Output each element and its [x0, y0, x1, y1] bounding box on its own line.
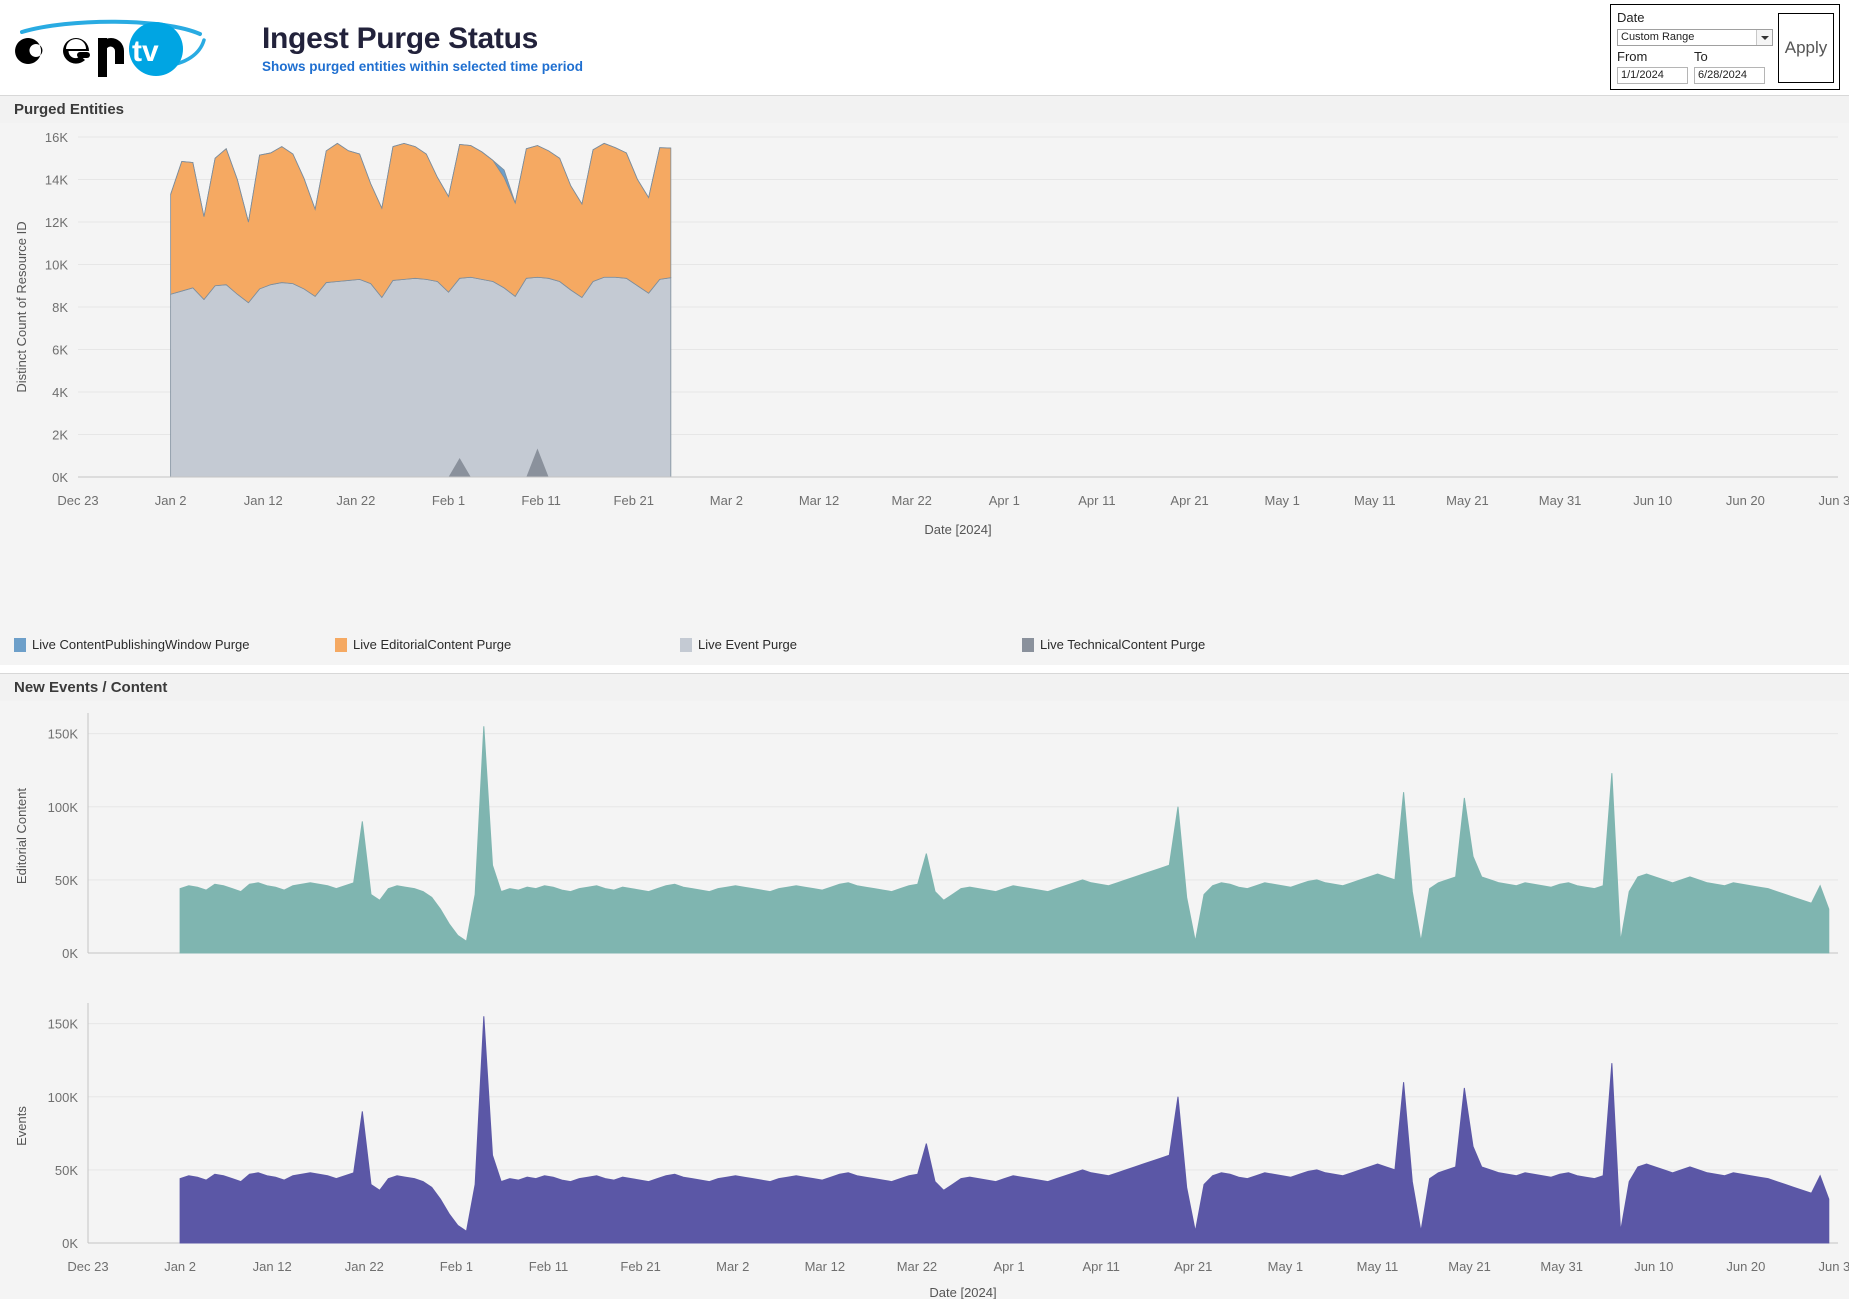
svg-text:Jun 20: Jun 20: [1726, 1259, 1765, 1274]
svg-text:May 31: May 31: [1539, 493, 1582, 508]
purged-entities-chart[interactable]: 0K 2K 4K 6K 8K 10K 12K 14K 16K Distinct Count of …: [0, 123, 1849, 629]
svg-text:May 11: May 11: [1357, 1259, 1399, 1274]
svg-text:May 21: May 21: [1446, 493, 1489, 508]
svg-text:100K: 100K: [48, 1090, 79, 1105]
svg-text:tv: tv: [132, 35, 159, 68]
svg-text:Feb 11: Feb 11: [529, 1259, 569, 1274]
svg-text:Feb 1: Feb 1: [440, 1259, 473, 1274]
svg-text:Jan 2: Jan 2: [164, 1259, 196, 1274]
date-filter-label: Date: [1617, 10, 1645, 25]
svg-text:Apr 21: Apr 21: [1174, 1259, 1212, 1274]
svg-text:Apr 1: Apr 1: [994, 1259, 1025, 1274]
chevron-down-icon[interactable]: [1756, 30, 1772, 45]
svg-text:Events: Events: [14, 1106, 29, 1146]
svg-text:Mar 2: Mar 2: [710, 493, 743, 508]
legend-swatch-0: [14, 638, 26, 652]
legend-label-2: Live Event Purge: [698, 637, 798, 652]
svg-text:Apr 21: Apr 21: [1170, 493, 1208, 508]
page-header: tv Ingest Purge Status Shows purged enti…: [0, 0, 1849, 95]
from-date-input[interactable]: 1/1/2024: [1617, 67, 1688, 84]
svg-text:12K: 12K: [45, 215, 68, 230]
svg-text:Jun 30: Jun 30: [1818, 1259, 1849, 1274]
svg-text:Dec 23: Dec 23: [57, 493, 98, 508]
svg-text:May 21: May 21: [1448, 1259, 1491, 1274]
svg-text:Apr 11: Apr 11: [1082, 1259, 1119, 1274]
date-filter-panel: Date Custom Range From To 1/1/2024 6/28/…: [1610, 4, 1840, 90]
svg-text:Apr 11: Apr 11: [1078, 493, 1115, 508]
svg-text:Jun 20: Jun 20: [1726, 493, 1765, 508]
svg-text:Jan 12: Jan 12: [253, 1259, 292, 1274]
svg-text:Jan 22: Jan 22: [345, 1259, 384, 1274]
svg-text:Jun 10: Jun 10: [1633, 493, 1672, 508]
svg-text:May 11: May 11: [1354, 493, 1396, 508]
svg-text:Mar 22: Mar 22: [891, 493, 931, 508]
svg-text:Feb 11: Feb 11: [521, 493, 561, 508]
svg-text:50K: 50K: [55, 1163, 78, 1178]
svg-text:14K: 14K: [45, 173, 68, 188]
svg-text:Dec 23: Dec 23: [67, 1259, 108, 1274]
svg-text:Jan 12: Jan 12: [244, 493, 283, 508]
svg-text:100K: 100K: [48, 800, 79, 815]
legend-swatch-3: [1022, 638, 1034, 652]
new-events-title: New Events / Content: [14, 679, 168, 696]
svg-text:Apr 1: Apr 1: [989, 493, 1020, 508]
svg-text:10K: 10K: [45, 258, 68, 273]
editorial-content-chart[interactable]: 0K 50K 100K 150K Editorial Content: [0, 701, 1849, 991]
legend-label-3: Live TechnicalContent Purge: [1040, 637, 1206, 652]
to-date-input[interactable]: 6/28/2024: [1694, 67, 1765, 84]
svg-text:Mar 12: Mar 12: [799, 493, 839, 508]
purged-entities-legend: Live ContentPublishingWindow Purge Live …: [0, 629, 1849, 665]
from-label: From: [1617, 49, 1648, 64]
svg-text:Jun 10: Jun 10: [1634, 1259, 1673, 1274]
legend-swatch-2: [680, 638, 692, 652]
svg-text:4K: 4K: [52, 385, 68, 400]
legend-swatch-1: [335, 638, 347, 652]
svg-text:Feb 21: Feb 21: [614, 493, 654, 508]
to-label: To: [1694, 49, 1708, 64]
svg-text:May 1: May 1: [1265, 493, 1300, 508]
page-subtitle: Shows purged entities within selected ti…: [262, 59, 584, 74]
apply-button[interactable]: Apply: [1778, 13, 1834, 83]
purged-entities-title: Purged Entities: [14, 101, 125, 118]
svg-text:Date [2024]: Date [2024]: [929, 1285, 996, 1299]
svg-text:2K: 2K: [52, 428, 68, 443]
svg-text:Date [2024]: Date [2024]: [924, 522, 991, 537]
svg-text:Mar 22: Mar 22: [897, 1259, 937, 1274]
svg-text:0K: 0K: [52, 470, 68, 485]
svg-text:Feb 21: Feb 21: [620, 1259, 660, 1274]
svg-text:0K: 0K: [62, 1236, 78, 1251]
svg-text:Editorial Content: Editorial Content: [14, 788, 29, 884]
events-chart[interactable]: 0K 50K 100K 150K Events Dec 23 Jan 2 Jan 12 Jan …: [0, 991, 1849, 1299]
svg-text:150K: 150K: [48, 727, 79, 742]
svg-text:6K: 6K: [52, 343, 68, 358]
purged-entities-panel-header: Purged Entities: [0, 95, 1849, 125]
svg-text:50K: 50K: [55, 873, 78, 888]
new-events-panel-header: New Events / Content: [0, 673, 1849, 703]
svg-text:May 31: May 31: [1540, 1259, 1583, 1274]
svg-text:May 1: May 1: [1268, 1259, 1303, 1274]
date-range-select[interactable]: Custom Range: [1617, 29, 1773, 46]
svg-text:150K: 150K: [48, 1017, 79, 1032]
legend-label-1: Live EditorialContent Purge: [353, 637, 512, 652]
svg-text:Jan 2: Jan 2: [155, 493, 187, 508]
svg-text:Feb 1: Feb 1: [432, 493, 465, 508]
svg-text:Jan 22: Jan 22: [336, 493, 375, 508]
svg-text:0K: 0K: [62, 946, 78, 961]
svg-text:Distinct Count of Resource ID: Distinct Count of Resource ID: [14, 221, 29, 392]
svg-text:16K: 16K: [45, 130, 68, 145]
opentv-logo: tv: [14, 18, 224, 80]
title-block: Ingest Purge Status Shows purged entitie…: [262, 22, 583, 74]
page-title: Ingest Purge Status: [262, 22, 539, 55]
svg-text:8K: 8K: [52, 300, 68, 315]
svg-text:Jun 30: Jun 30: [1818, 493, 1849, 508]
date-range-value: Custom Range: [1621, 31, 1695, 43]
svg-text:Mar 2: Mar 2: [716, 1259, 749, 1274]
legend-label-0: Live ContentPublishingWindow Purge: [32, 637, 250, 652]
svg-text:Mar 12: Mar 12: [805, 1259, 845, 1274]
